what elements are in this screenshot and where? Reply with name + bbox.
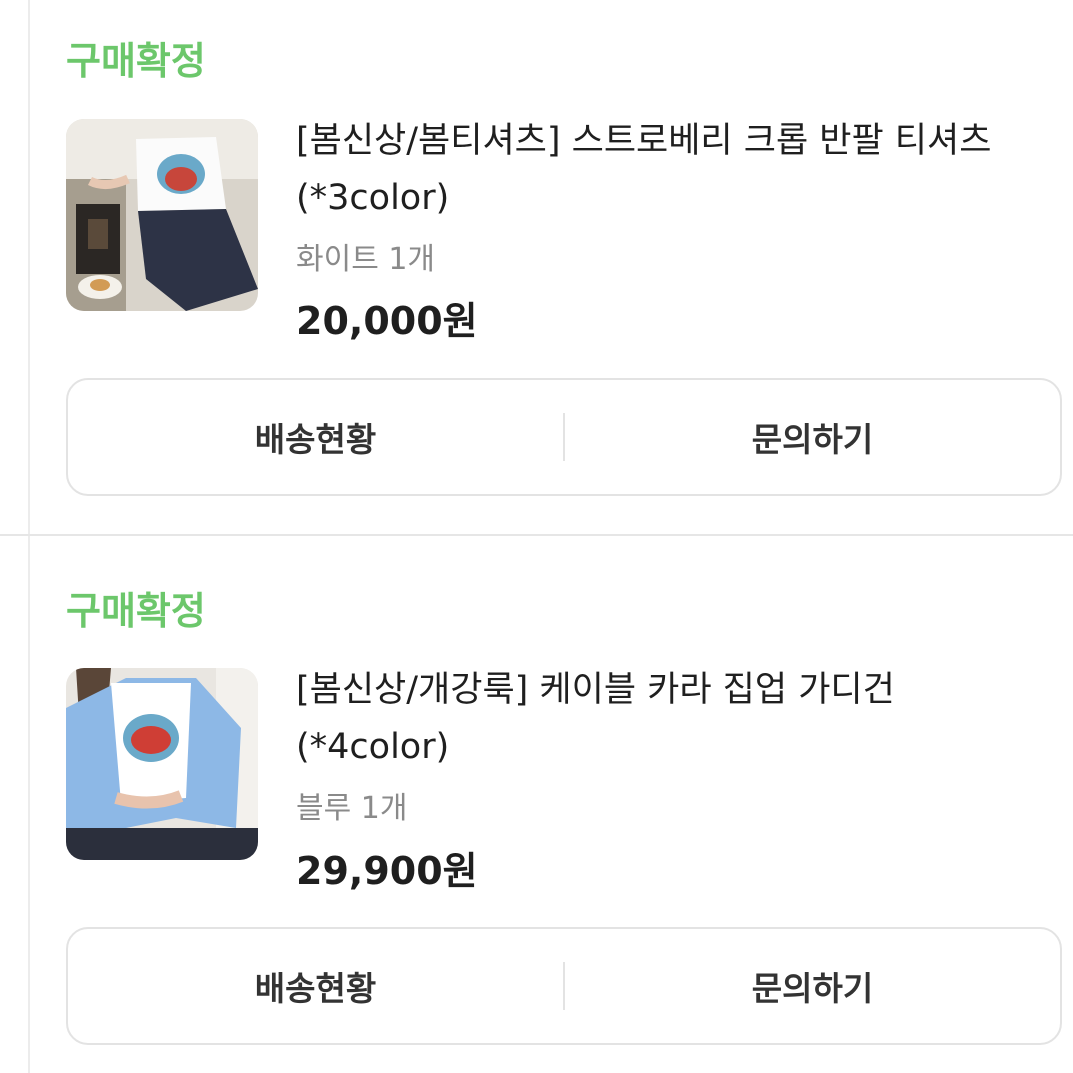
product-photo-blue-cardigan-icon <box>66 668 258 860</box>
product-photo-white-tee-icon <box>66 119 258 311</box>
product-option: 블루 1개 <box>296 791 408 826</box>
inquiry-button[interactable]: 문의하기 <box>565 929 1060 1043</box>
order-history-page: 구매확정 [봄신상/봄티셔츠] 스트로베리 크롭 반팔 티셔츠 (*3color… <box>0 0 1073 1073</box>
product-thumbnail[interactable] <box>66 119 258 311</box>
product-option: 화이트 1개 <box>296 242 436 277</box>
inquiry-button[interactable]: 문의하기 <box>565 380 1060 494</box>
product-name[interactable]: [봄신상/개강룩] 케이블 카라 집업 가디건 (*4color) <box>296 662 1056 776</box>
shipping-status-button[interactable]: 배송현황 <box>68 380 563 494</box>
order-card: 구매확정 [봄신상/개강룩] 케이블 카라 집업 가디건 (*4color) 블… <box>30 536 1073 1073</box>
product-price: 20,000원 <box>296 299 478 343</box>
order-card: 구매확정 [봄신상/봄티셔츠] 스트로베리 크롭 반팔 티셔츠 (*3color… <box>30 0 1073 534</box>
order-status: 구매확정 <box>66 589 206 633</box>
product-thumbnail[interactable] <box>66 668 258 860</box>
shipping-status-button[interactable]: 배송현황 <box>68 929 563 1043</box>
order-actions: 배송현황 문의하기 <box>66 927 1062 1045</box>
product-price: 29,900원 <box>296 849 478 893</box>
order-actions: 배송현황 문의하기 <box>66 378 1062 496</box>
product-name[interactable]: [봄신상/봄티셔츠] 스트로베리 크롭 반팔 티셔츠 (*3color) <box>296 113 1056 227</box>
order-status: 구매확정 <box>66 39 206 83</box>
